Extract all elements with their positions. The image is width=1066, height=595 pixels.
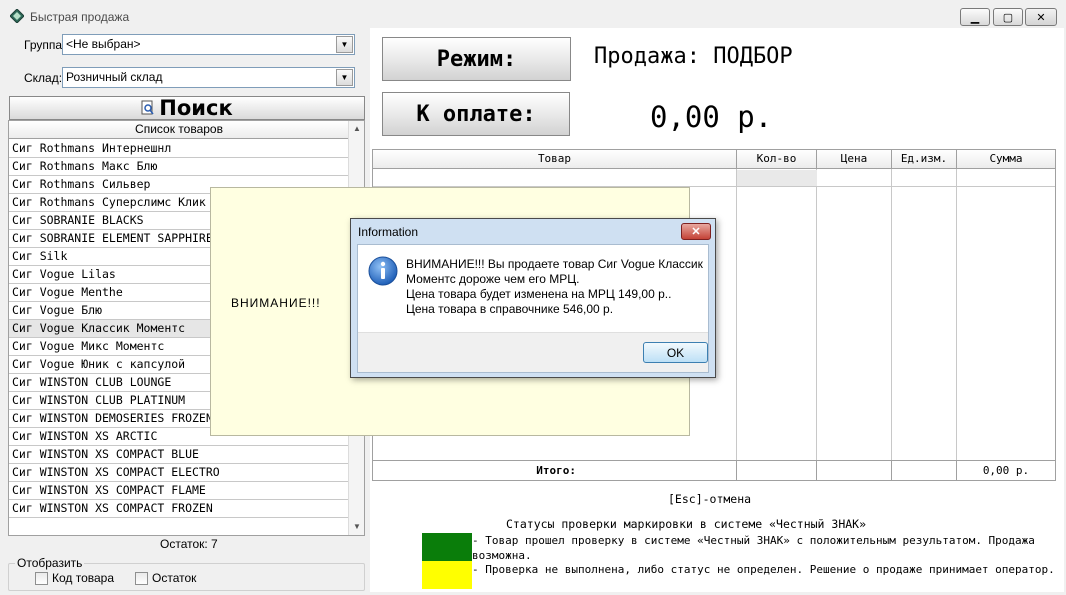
marking-title: Статусы проверки маркировки в системе «Ч… bbox=[506, 517, 867, 531]
ok-button[interactable]: OK bbox=[643, 342, 708, 363]
total-value: 0,00 р. bbox=[957, 460, 1055, 480]
product-list-header: Список товаров bbox=[9, 121, 349, 139]
total-cell bbox=[817, 460, 892, 480]
info-icon bbox=[368, 256, 398, 286]
mode-value: Продажа: ПОДБОР bbox=[594, 44, 793, 69]
minimize-icon: ▁ bbox=[970, 11, 980, 24]
checkbox-icon[interactable] bbox=[135, 571, 148, 585]
column-header-unit[interactable]: Ед.изм. bbox=[892, 150, 957, 169]
list-item[interactable]: Сиг WINSTON XS COMPACT FLAME bbox=[9, 482, 349, 500]
dialog-message-line: Цена товара будет изменена на МРЦ 149,00… bbox=[406, 287, 672, 301]
pay-button[interactable]: К оплате: bbox=[382, 92, 570, 136]
show-code-label: Код товара bbox=[52, 571, 115, 585]
mode-button-label: Режим: bbox=[436, 46, 517, 72]
scroll-up-icon[interactable]: ▲ bbox=[349, 121, 364, 137]
checkbox-icon[interactable] bbox=[35, 571, 48, 585]
dialog-title: Information bbox=[358, 225, 419, 239]
status-warn-swatch bbox=[422, 561, 472, 589]
grid-col bbox=[892, 150, 957, 480]
dialog-footer: OK bbox=[358, 332, 708, 372]
status-ok-text: - Товар прошел проверку в системе «Честн… bbox=[472, 534, 1035, 562]
amount-value: 0,00 р. bbox=[650, 100, 773, 134]
show-code-checkbox[interactable]: Код товара bbox=[35, 571, 114, 585]
ok-button-label: OK bbox=[666, 345, 685, 360]
show-stock-label: Остаток bbox=[152, 571, 197, 585]
mode-button[interactable]: Режим: bbox=[382, 37, 571, 81]
grid-col bbox=[817, 150, 892, 480]
dialog-message-line: Моментс дороже чем его МРЦ. bbox=[406, 272, 580, 286]
search-button[interactable]: Поиск bbox=[9, 96, 365, 120]
esc-hint: [Esc]-отмена bbox=[668, 492, 752, 506]
info-area: [Esc]-отмена Статусы проверки маркировки… bbox=[372, 483, 1058, 592]
column-header-qty[interactable]: Кол-во bbox=[737, 150, 817, 169]
status-ok-swatch bbox=[422, 533, 472, 561]
column-header-product[interactable]: Товар bbox=[373, 150, 737, 169]
close-icon: ✕ bbox=[1036, 11, 1046, 24]
list-item[interactable]: Сиг WINSTON XS COMPACT FROZEN bbox=[9, 500, 349, 518]
minimize-button[interactable]: ▁ bbox=[960, 8, 990, 26]
total-cell bbox=[737, 460, 817, 480]
list-item[interactable]: Сиг Rothmans Интернешнл bbox=[9, 140, 349, 158]
window-title: Быстрая продажа bbox=[30, 10, 130, 24]
app-icon bbox=[10, 9, 24, 23]
grid-col bbox=[737, 150, 817, 480]
warehouse-label: Склад: bbox=[24, 71, 63, 85]
maximize-icon: ▢ bbox=[1002, 11, 1014, 24]
group-select[interactable]: <Не выбран> ▼ bbox=[62, 34, 355, 55]
column-header-price[interactable]: Цена bbox=[817, 150, 892, 169]
dialog-body: ВНИМАНИЕ!!! Вы продаете товар Сиг Vogue … bbox=[357, 244, 709, 373]
pay-button-label: К оплате: bbox=[416, 101, 536, 127]
status-warn-text: - Проверка не выполнена, либо статус не … bbox=[472, 563, 1055, 576]
stock-text: Остаток: 7 bbox=[160, 537, 218, 551]
qty-cell[interactable] bbox=[737, 170, 817, 186]
group-select-value: <Не выбран> bbox=[66, 37, 141, 51]
total-label: Итого: bbox=[373, 460, 737, 480]
column-header-sum[interactable]: Сумма bbox=[957, 150, 1055, 169]
close-button[interactable]: ✕ bbox=[1025, 8, 1057, 26]
total-cell bbox=[892, 460, 957, 480]
show-stock-checkbox[interactable]: Остаток bbox=[135, 571, 196, 585]
maximize-button[interactable]: ▢ bbox=[993, 8, 1023, 26]
dialog-message: ВНИМАНИЕ!!! Вы продаете товар Сиг Vogue … bbox=[406, 257, 706, 317]
chevron-down-icon[interactable]: ▼ bbox=[336, 36, 353, 53]
warehouse-select-value: Розничный склад bbox=[66, 70, 163, 84]
dialog-message-line: Цена товара в справочнике 546,00 р. bbox=[406, 302, 614, 316]
dialog-close-button[interactable]: ✕ bbox=[681, 223, 711, 240]
search-button-label: Поиск bbox=[159, 96, 233, 120]
list-item[interactable]: Сиг WINSTON XS COMPACT BLUE bbox=[9, 446, 349, 464]
list-item[interactable]: Сиг Rothmans Макс Блю bbox=[9, 158, 349, 176]
close-icon: ✕ bbox=[691, 226, 701, 238]
scroll-down-icon[interactable]: ▼ bbox=[349, 519, 364, 535]
warning-text: ВНИМАНИЕ!!! bbox=[231, 296, 321, 310]
dialog-message-line: ВНИМАНИЕ!!! Вы продаете товар Сиг Vogue … bbox=[406, 257, 703, 271]
group-label: Группа: bbox=[24, 38, 66, 52]
display-legend: Отобразить bbox=[15, 556, 85, 570]
information-dialog: Information ✕ ВНИМАНИЕ!!! Вы продаете то… bbox=[350, 218, 716, 378]
search-icon bbox=[141, 100, 154, 115]
chevron-down-icon[interactable]: ▼ bbox=[336, 69, 353, 86]
list-item[interactable]: Сиг WINSTON XS COMPACT ELECTRO bbox=[9, 464, 349, 482]
warehouse-select[interactable]: Розничный склад ▼ bbox=[62, 67, 355, 88]
